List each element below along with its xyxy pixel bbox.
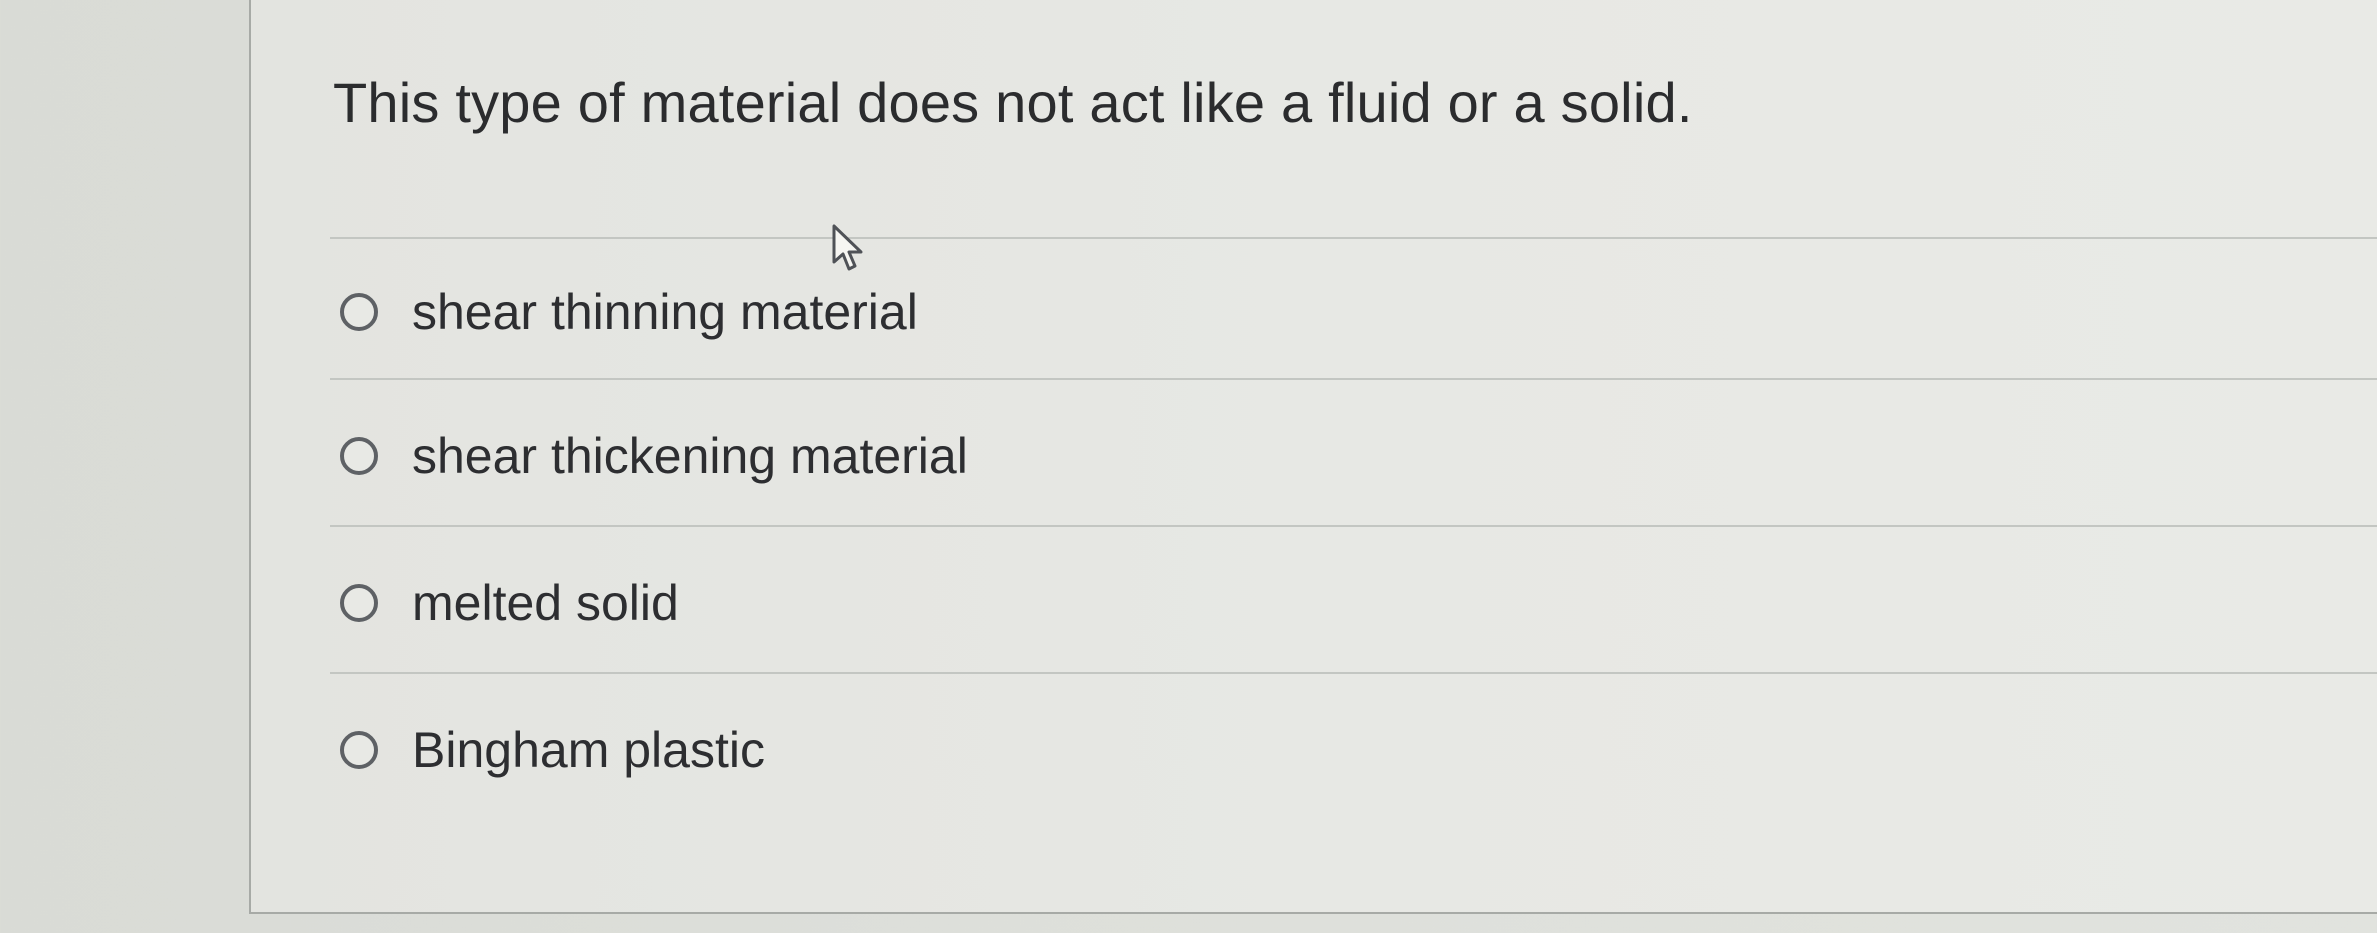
pointer-arrow-icon xyxy=(832,224,863,271)
divider xyxy=(330,237,2377,239)
question-text: This type of material does not act like … xyxy=(333,71,1693,134)
answer-option-shear-thinning[interactable]: shear thinning material xyxy=(340,280,918,344)
divider xyxy=(330,525,2377,527)
option-label: shear thickening material xyxy=(412,428,968,484)
option-label: melted solid xyxy=(412,575,679,631)
divider xyxy=(330,378,2377,380)
option-label: Bingham plastic xyxy=(412,722,765,778)
option-label: shear thinning material xyxy=(412,284,918,340)
radio-button[interactable] xyxy=(340,293,378,331)
divider xyxy=(330,672,2377,674)
radio-button[interactable] xyxy=(340,437,378,475)
radio-button[interactable] xyxy=(340,584,378,622)
radio-button[interactable] xyxy=(340,731,378,769)
answer-option-shear-thickening[interactable]: shear thickening material xyxy=(340,424,968,488)
answer-option-bingham-plastic[interactable]: Bingham plastic xyxy=(340,718,765,782)
answer-option-melted-solid[interactable]: melted solid xyxy=(340,571,679,635)
